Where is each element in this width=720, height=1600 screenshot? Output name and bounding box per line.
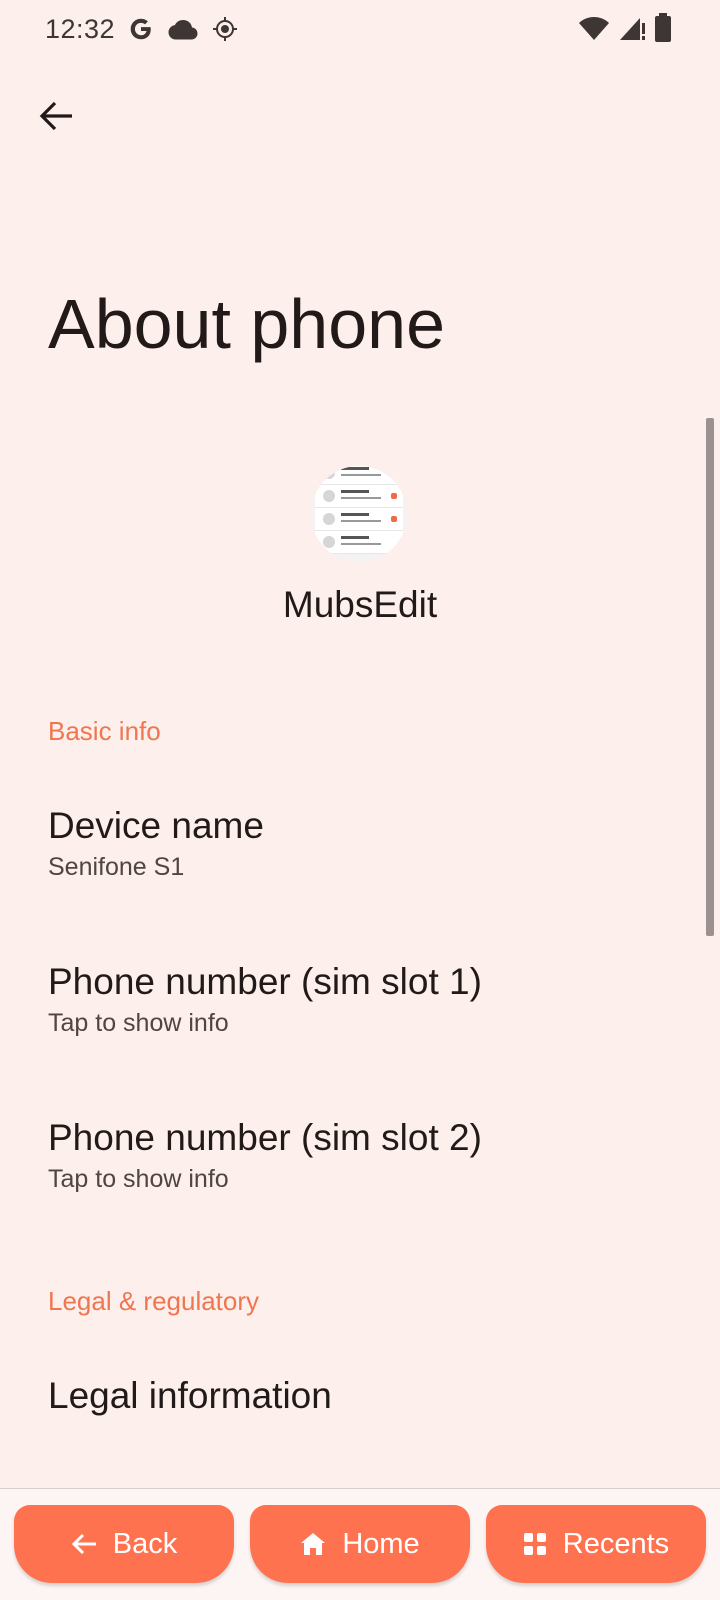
signal-icon [618, 15, 646, 46]
status-time: 12:32 [45, 14, 116, 44]
section-header-basic-info: Basic info [48, 716, 161, 746]
nav-back-button[interactable]: Back [14, 1505, 234, 1583]
app-icon-row [315, 508, 403, 531]
recents-icon [523, 1533, 546, 1555]
battery-icon [654, 12, 672, 48]
pref-legal-information[interactable]: Legal information [48, 1374, 672, 1418]
pref-title: Device name [48, 805, 264, 846]
google-icon [128, 16, 154, 47]
app-icon-row [315, 466, 403, 485]
nav-back-label: Back [112, 1527, 178, 1560]
nav-recents-button[interactable]: Recents [486, 1505, 706, 1583]
scrollbar[interactable] [706, 418, 714, 936]
home-icon [301, 1533, 326, 1555]
pref-phone-number-sim2[interactable]: Phone number (sim slot 2) Tap to show in… [48, 1116, 672, 1194]
pref-device-name[interactable]: Device name Senifone S1 [48, 804, 672, 882]
status-bar: 12:32 [0, 0, 720, 62]
nav-home-button[interactable]: Home [250, 1505, 470, 1583]
pref-summary: Senifone S1 [48, 853, 185, 882]
section-header-legal: Legal & regulatory [48, 1286, 260, 1316]
arrow-back-icon [71, 1533, 96, 1555]
app-icon-row [315, 531, 403, 554]
status-right-icons [578, 12, 672, 48]
nav-home-label: Home [342, 1527, 420, 1560]
pref-phone-number-sim1[interactable]: Phone number (sim slot 1) Tap to show in… [48, 960, 672, 1038]
status-left-icons [128, 16, 238, 46]
cloud-icon [168, 18, 198, 45]
location-icon [212, 16, 238, 47]
pref-title: Legal information [48, 1375, 332, 1416]
page-title: About phone [48, 285, 446, 363]
app-name: MubsEdit [282, 584, 438, 625]
pref-title: Phone number (sim slot 2) [48, 1117, 482, 1158]
pref-title: Phone number (sim slot 1) [48, 961, 482, 1002]
pref-summary: Tap to show info [48, 1009, 229, 1038]
app-icon [311, 466, 407, 562]
nav-recents-label: Recents [562, 1527, 670, 1560]
app-icon-row [315, 485, 403, 508]
arrow-back-icon [39, 101, 72, 131]
navigate-up-button[interactable] [32, 92, 80, 140]
pref-summary: Tap to show info [48, 1165, 229, 1194]
wifi-icon [578, 15, 610, 46]
